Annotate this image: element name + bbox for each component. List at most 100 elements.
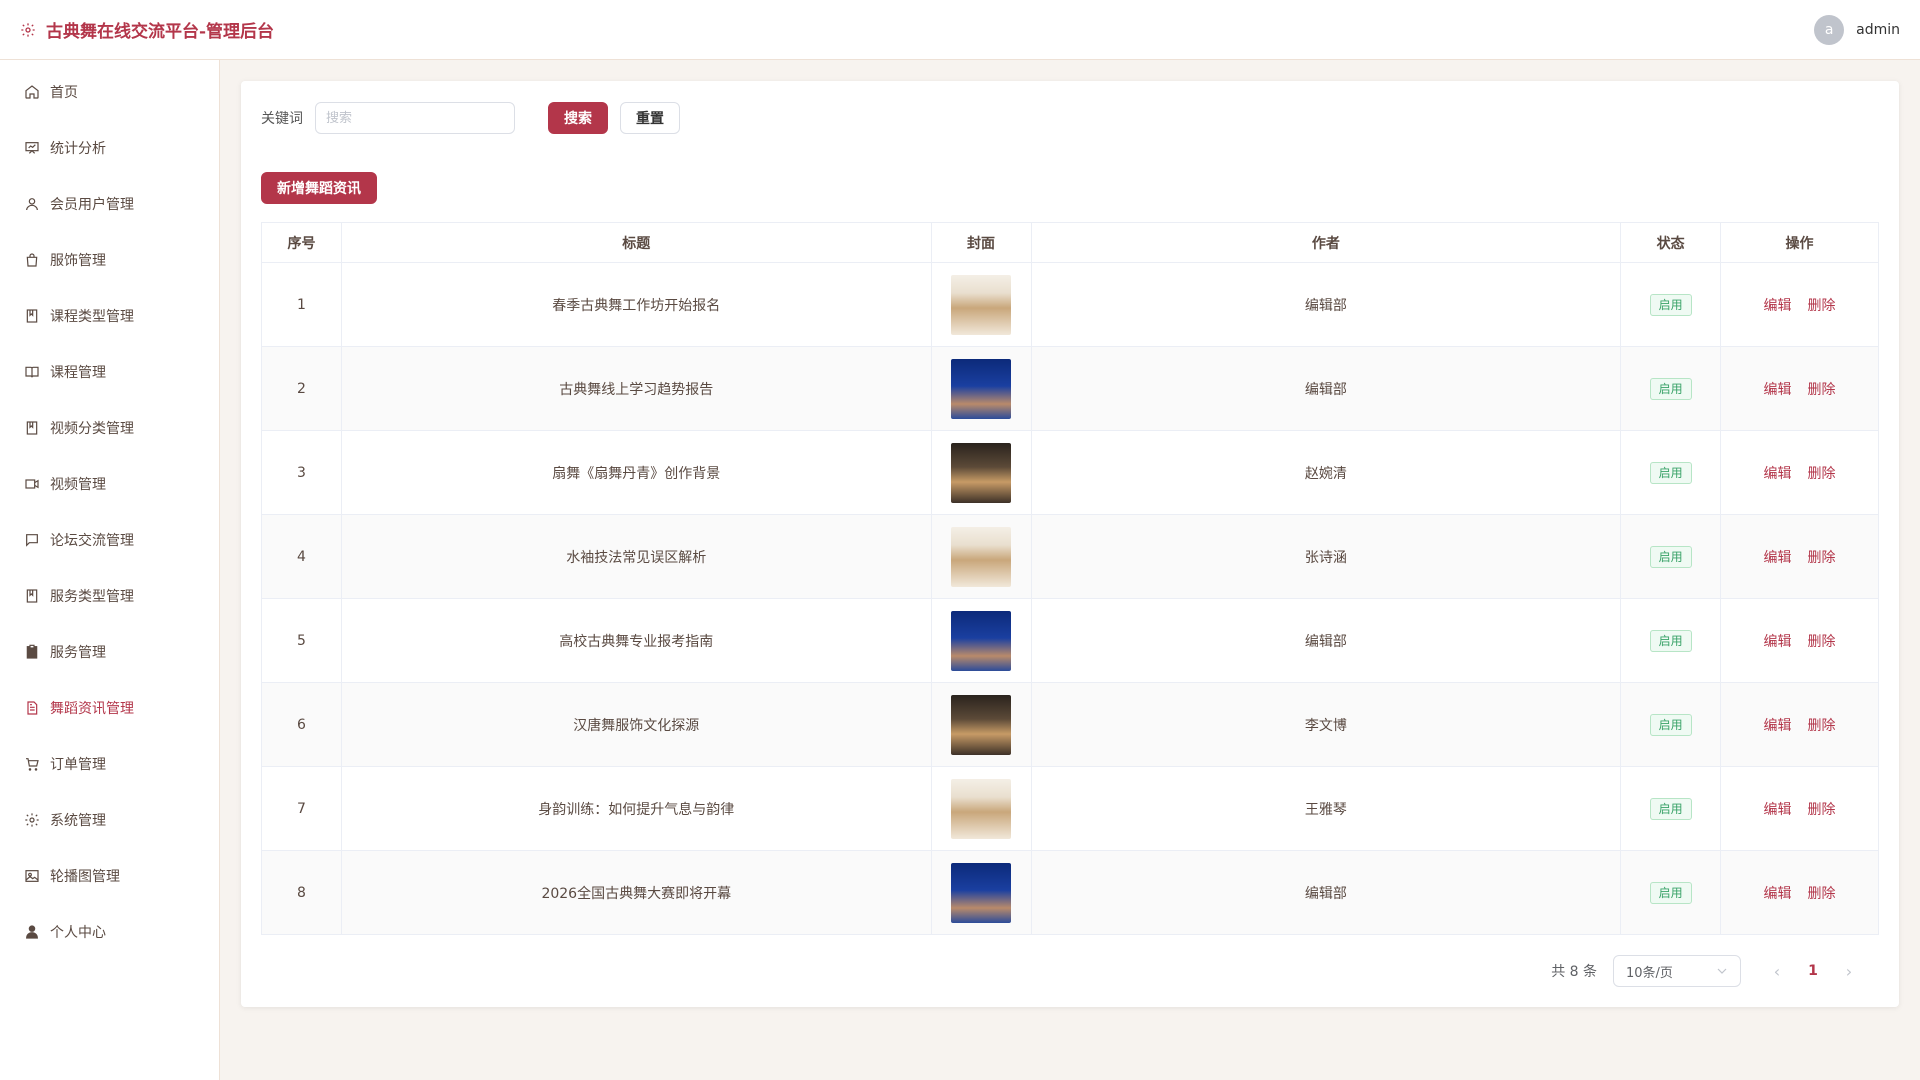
table-row: 1 春季古典舞工作坊开始报名 编辑部 启用 编辑 删除: [261, 262, 1879, 347]
sidebar-item-5[interactable]: 课程管理: [0, 344, 219, 400]
chevron-down-icon: [1717, 968, 1727, 974]
delete-button[interactable]: 删除: [1808, 718, 1836, 734]
cell-author: 赵婉清: [1030, 430, 1622, 515]
edit-button[interactable]: 编辑: [1764, 466, 1792, 482]
sidebar-item-7[interactable]: 视频管理: [0, 456, 219, 512]
status-badge: 启用: [1649, 629, 1692, 652]
header-cover: 封面: [930, 222, 1032, 263]
news-table: 序号 标题 封面 作者 状态 操作 1 春季古典舞工作坊开始报名 编辑部 启用 编辑 删除…: [261, 222, 1879, 935]
sidebar-item-13[interactable]: 系统管理: [0, 792, 219, 848]
status-badge: 启用: [1649, 713, 1692, 736]
sidebar-item-8[interactable]: 论坛交流管理: [0, 512, 219, 568]
cell-cover: [930, 430, 1032, 515]
sidebar-item-4[interactable]: 课程类型管理: [0, 288, 219, 344]
sidebar-item-12[interactable]: 订单管理: [0, 736, 219, 792]
top-header: 古典舞在线交流平台-管理后台 a admin: [0, 0, 1920, 60]
sidebar-item-14[interactable]: 轮播图管理: [0, 848, 219, 904]
sidebar-item-label: 统计分析: [50, 141, 106, 157]
delete-button[interactable]: 删除: [1808, 298, 1836, 314]
header-author: 作者: [1030, 222, 1622, 263]
sidebar-item-3[interactable]: 服饰管理: [0, 232, 219, 288]
next-page-button[interactable]: ›: [1833, 962, 1865, 981]
edit-button[interactable]: 编辑: [1764, 382, 1792, 398]
cell-title: 古典舞线上学习趋势报告: [340, 346, 932, 431]
sidebar-item-11[interactable]: 舞蹈资讯管理: [0, 680, 219, 736]
cell-cover: [930, 766, 1032, 851]
username[interactable]: admin: [1856, 22, 1900, 38]
edit-button[interactable]: 编辑: [1764, 802, 1792, 818]
cover-image[interactable]: [951, 862, 1012, 923]
cell-author: 编辑部: [1030, 262, 1622, 347]
cell-actions: 编辑 删除: [1720, 262, 1879, 347]
sidebar-item-0[interactable]: 首页: [0, 64, 219, 120]
page-size-value: 10条/页: [1626, 965, 1673, 981]
delete-button[interactable]: 删除: [1808, 802, 1836, 818]
page-number[interactable]: 1: [1797, 963, 1829, 979]
reset-button[interactable]: 重置: [620, 102, 680, 134]
sidebar-item-label: 服务管理: [50, 645, 106, 661]
delete-button[interactable]: 删除: [1808, 466, 1836, 482]
delete-button[interactable]: 删除: [1808, 886, 1836, 902]
brand: 古典舞在线交流平台-管理后台: [20, 17, 274, 42]
add-news-button[interactable]: 新增舞蹈资讯: [261, 172, 377, 204]
cover-image[interactable]: [951, 526, 1012, 587]
cover-image[interactable]: [951, 778, 1012, 839]
sidebar-item-10[interactable]: 服务管理: [0, 624, 219, 680]
edit-button[interactable]: 编辑: [1764, 298, 1792, 314]
cover-image[interactable]: [951, 274, 1012, 335]
cover-image[interactable]: [951, 358, 1012, 419]
cell-title: 汉唐舞服饰文化探源: [340, 682, 932, 767]
table-row: 2 古典舞线上学习趋势报告 编辑部 启用 编辑 删除: [261, 346, 1879, 431]
sidebar-item-label: 视频管理: [50, 477, 106, 493]
bag-icon: [26, 253, 38, 267]
edit-button[interactable]: 编辑: [1764, 550, 1792, 566]
person-icon: [26, 925, 38, 939]
cell-title: 扇舞《扇舞丹青》创作背景: [340, 430, 932, 515]
cell-actions: 编辑 删除: [1720, 766, 1879, 851]
cell-no: 8: [261, 850, 342, 935]
edit-button[interactable]: 编辑: [1764, 886, 1792, 902]
cell-no: 3: [261, 430, 342, 515]
cell-status: 启用: [1620, 598, 1722, 683]
sidebar-item-label: 服饰管理: [50, 253, 106, 269]
cell-actions: 编辑 删除: [1720, 850, 1879, 935]
delete-button[interactable]: 删除: [1808, 550, 1836, 566]
picture-icon: [25, 870, 39, 882]
cell-no: 1: [261, 262, 342, 347]
delete-button[interactable]: 删除: [1808, 382, 1836, 398]
header-status: 状态: [1620, 222, 1722, 263]
sidebar-item-2[interactable]: 会员用户管理: [0, 176, 219, 232]
page-size-select[interactable]: 10条/页: [1613, 955, 1741, 987]
cover-image[interactable]: [951, 442, 1012, 503]
keyword-label: 关键词: [261, 111, 303, 127]
cell-no: 2: [261, 346, 342, 431]
cover-image[interactable]: [951, 610, 1012, 671]
chat-icon: [26, 534, 38, 547]
user-menu[interactable]: a admin: [1814, 14, 1900, 45]
status-badge: 启用: [1649, 545, 1692, 568]
delete-button[interactable]: 删除: [1808, 634, 1836, 650]
search-button[interactable]: 搜索: [548, 102, 608, 134]
sidebar: 首页统计分析会员用户管理服饰管理课程类型管理 课程管理 视频分类管理视频管理论坛交流…: [0, 60, 220, 1080]
cell-status: 启用: [1620, 682, 1722, 767]
avatar[interactable]: a: [1814, 14, 1845, 45]
edit-button[interactable]: 编辑: [1764, 718, 1792, 734]
document-icon: [27, 701, 38, 715]
main-panel: 关键词 搜索 重置 新增舞蹈资讯 序号 标题 封面 作者 状态 操作 1春季古典…: [241, 81, 1899, 1007]
table-row: 7 身韵训练：如何提升气息与韵律 王雅琴 启用 编辑 删除: [261, 766, 1879, 851]
sidebar-item-label: 系统管理: [50, 813, 106, 829]
search-input[interactable]: [315, 102, 515, 134]
cover-image[interactable]: [951, 694, 1012, 755]
sidebar-item-label: 个人中心: [50, 925, 106, 941]
edit-button[interactable]: 编辑: [1764, 634, 1792, 650]
table-row: 8 2026全国古典舞大赛即将开幕 编辑部 启用 编辑 删除: [261, 850, 1879, 935]
user-icon: [26, 198, 38, 211]
sidebar-item-15[interactable]: 个人中心: [0, 904, 219, 960]
prev-page-button[interactable]: ‹: [1761, 962, 1793, 981]
header-title: 标题: [340, 222, 932, 263]
cell-title: 春季古典舞工作坊开始报名: [340, 262, 932, 347]
cell-author: 编辑部: [1030, 346, 1622, 431]
sidebar-item-9[interactable]: 服务类型管理: [0, 568, 219, 624]
sidebar-item-1[interactable]: 统计分析: [0, 120, 219, 176]
sidebar-item-6[interactable]: 视频分类管理: [0, 400, 219, 456]
